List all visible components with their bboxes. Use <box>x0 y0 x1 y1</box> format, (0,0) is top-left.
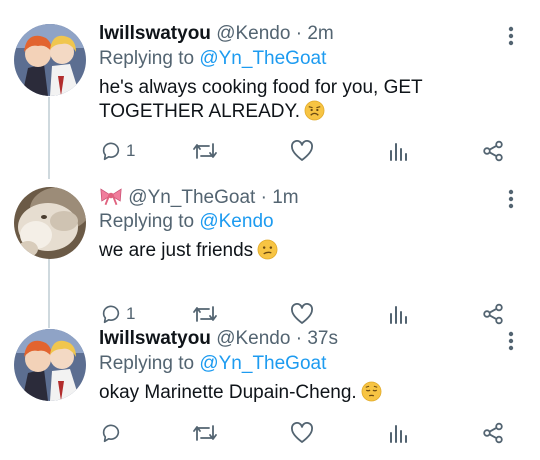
replying-to-prefix: Replying to <box>99 48 195 69</box>
tweet-actions: 1 <box>100 139 520 165</box>
avatar[interactable] <box>14 24 86 96</box>
heart-icon <box>291 140 313 161</box>
separator-dot: · <box>295 23 303 44</box>
analytics-button[interactable] <box>388 139 408 163</box>
tweet-text: we are just friends <box>99 239 499 263</box>
user-handle[interactable]: @Yn_TheGoat <box>128 187 255 208</box>
reply-count: 1 <box>126 141 136 160</box>
timestamp[interactable]: 2m <box>307 23 333 44</box>
avatar[interactable] <box>14 329 86 401</box>
analytics-icon <box>390 425 407 443</box>
share-icon <box>483 422 503 444</box>
tweet[interactable]: @Yn_TheGoat · 1m Replying to @Kendo we a… <box>0 163 540 325</box>
reply-icon <box>102 424 120 443</box>
replying-to-prefix: Replying to <box>99 353 195 374</box>
display-name[interactable]: lwillswatyou <box>99 23 211 44</box>
more-options-icon[interactable] <box>503 25 519 47</box>
replying-to: Replying to @Kendo <box>99 210 274 234</box>
separator-dot: · <box>295 328 303 349</box>
anime-pair-avatar-icon <box>14 329 86 401</box>
tweet-text-content: okay Marinette Dupain-Cheng. <box>99 382 357 403</box>
heart-icon <box>291 422 313 443</box>
share-button[interactable] <box>482 421 504 445</box>
pensive-face-icon <box>361 381 382 402</box>
like-button[interactable] <box>290 139 314 163</box>
separator-dot: · <box>260 187 267 208</box>
user-handle[interactable]: @Kendo <box>216 23 290 44</box>
tweet-actions <box>100 421 520 447</box>
tweet-header: lwillswatyou @Kendo · 37s <box>99 327 338 351</box>
more-options-icon[interactable] <box>503 330 519 352</box>
retweet-button[interactable] <box>192 421 218 445</box>
replying-to-prefix: Replying to <box>99 211 195 232</box>
timestamp[interactable]: 37s <box>307 328 338 349</box>
timestamp[interactable]: 1m <box>272 187 298 208</box>
ribbon-bow-icon[interactable] <box>99 185 123 206</box>
more-options-icon[interactable] <box>503 188 519 210</box>
tweet[interactable]: lwillswatyou @Kendo · 37s Replying to @Y… <box>0 305 540 455</box>
share-button[interactable] <box>482 139 504 163</box>
retweet-icon <box>193 425 217 441</box>
avatar[interactable] <box>14 187 86 259</box>
replying-to-link[interactable]: @Yn_TheGoat <box>199 353 326 374</box>
tweet-text: he's always cooking food for you, GET TO… <box>99 76 499 124</box>
tweet-text-content: he's always cooking food for you, GET TO… <box>99 77 423 122</box>
tweet-header: lwillswatyou @Kendo · 2m <box>99 22 334 46</box>
tweet-header: @Yn_TheGoat · 1m <box>99 185 299 210</box>
worried-face-icon <box>304 100 325 121</box>
analytics-button[interactable] <box>388 421 408 445</box>
retweet-icon <box>193 143 217 159</box>
replying-to: Replying to @Yn_TheGoat <box>99 352 326 376</box>
replying-to: Replying to @Yn_TheGoat <box>99 47 326 71</box>
reply-button[interactable] <box>100 421 126 445</box>
reply-button[interactable]: 1 <box>100 139 135 163</box>
tweet-text-content: we are just friends <box>99 240 254 261</box>
analytics-icon <box>390 143 407 161</box>
retweet-button[interactable] <box>192 139 218 163</box>
replying-to-link[interactable]: @Yn_TheGoat <box>199 48 326 69</box>
replying-to-link[interactable]: @Kendo <box>199 211 273 232</box>
share-icon <box>483 140 503 162</box>
tweet[interactable]: lwillswatyou @Kendo · 2m Replying to @Yn… <box>0 0 540 162</box>
reply-icon <box>102 142 120 161</box>
like-button[interactable] <box>290 421 314 445</box>
tweet-text: okay Marinette Dupain-Cheng. <box>99 381 499 405</box>
confused-face-icon <box>257 239 278 260</box>
display-name[interactable]: lwillswatyou <box>99 328 211 349</box>
anime-pair-avatar-icon <box>14 24 86 96</box>
cat-avatar-icon <box>14 187 86 259</box>
user-handle[interactable]: @Kendo <box>216 328 290 349</box>
